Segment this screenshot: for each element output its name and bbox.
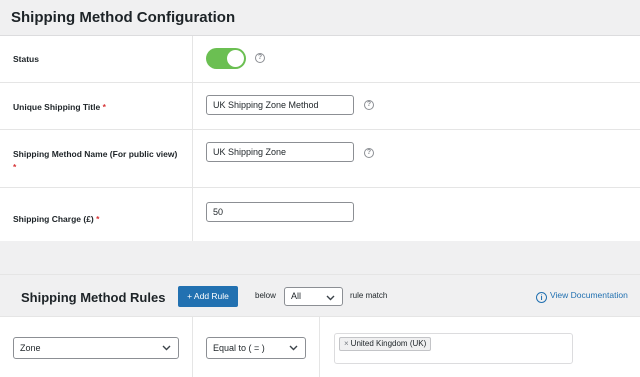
rule-condition-cell: Zone <box>0 317 193 377</box>
toggle-knob <box>227 50 244 67</box>
status-label-cell: Status <box>0 36 193 82</box>
chevron-down-icon <box>162 338 171 351</box>
add-rule-button[interactable]: + Add Rule <box>178 286 238 307</box>
shipping-charge-label-cell: Shipping Charge (£) * <box>0 188 193 241</box>
shipping-charge-label-text: Shipping Charge (£) <box>13 214 94 224</box>
rule-match-label: rule match <box>350 291 388 300</box>
rules-title: Shipping Method Rules <box>21 290 166 305</box>
status-toggle[interactable] <box>206 48 246 69</box>
tag-label: United Kingdom (UK) <box>350 339 427 348</box>
unique-title-help-icon[interactable]: ? <box>364 100 374 110</box>
page-title: Shipping Method Configuration <box>11 9 236 26</box>
required-marker: * <box>96 214 100 224</box>
below-label: below <box>255 291 276 300</box>
rule-operator-value: Equal to ( = ) <box>213 343 265 353</box>
config-header: Shipping Method Configuration <box>0 0 640 36</box>
rule-row: Zone Equal to ( = ) × United Kingdom (UK) <box>0 316 640 377</box>
status-help-icon[interactable]: ? <box>255 53 265 63</box>
view-documentation-text: View Documentation <box>550 290 628 300</box>
unique-title-row: Unique Shipping Title * ? <box>0 83 640 130</box>
chevron-down-icon <box>326 288 335 301</box>
section-spacer <box>0 241 640 274</box>
info-icon: i <box>536 292 547 303</box>
chevron-down-icon <box>289 338 298 351</box>
unique-title-label-cell: Unique Shipping Title * <box>0 83 193 129</box>
rule-value-multiselect[interactable]: × United Kingdom (UK) <box>334 333 573 364</box>
status-label: Status <box>13 54 39 64</box>
unique-title-input[interactable] <box>206 95 354 115</box>
shipping-charge-input[interactable] <box>206 202 354 222</box>
unique-title-label: Unique Shipping Title * <box>13 101 106 114</box>
selected-tag: × United Kingdom (UK) <box>339 337 432 351</box>
method-name-label: Shipping Method Name (For public view) * <box>13 148 188 174</box>
required-marker: * <box>102 102 106 112</box>
rule-condition-value: Zone <box>20 343 41 353</box>
rule-match-select[interactable]: All <box>284 287 343 306</box>
view-documentation-link[interactable]: i View Documentation <box>536 290 628 303</box>
status-row: Status ? <box>0 36 640 83</box>
shipping-charge-row: Shipping Charge (£) * <box>0 188 640 241</box>
rules-header: Shipping Method Rules + Add Rule below A… <box>0 274 640 316</box>
tag-remove-icon[interactable]: × <box>344 339 349 348</box>
method-name-help-icon[interactable]: ? <box>364 148 374 158</box>
unique-title-label-text: Unique Shipping Title <box>13 102 101 112</box>
rule-condition-select[interactable]: Zone <box>13 337 179 359</box>
required-marker: * <box>13 162 17 172</box>
shipping-charge-label: Shipping Charge (£) * <box>13 213 99 226</box>
rule-operator-select[interactable]: Equal to ( = ) <box>206 337 306 359</box>
method-name-input[interactable] <box>206 142 354 162</box>
method-name-label-text: Shipping Method Name (For public view) <box>13 149 178 159</box>
method-name-row: Shipping Method Name (For public view) *… <box>0 130 640 188</box>
method-name-label-cell: Shipping Method Name (For public view) * <box>0 130 193 187</box>
rule-match-value: All <box>291 291 302 301</box>
rule-operator-cell: Equal to ( = ) <box>193 317 320 377</box>
